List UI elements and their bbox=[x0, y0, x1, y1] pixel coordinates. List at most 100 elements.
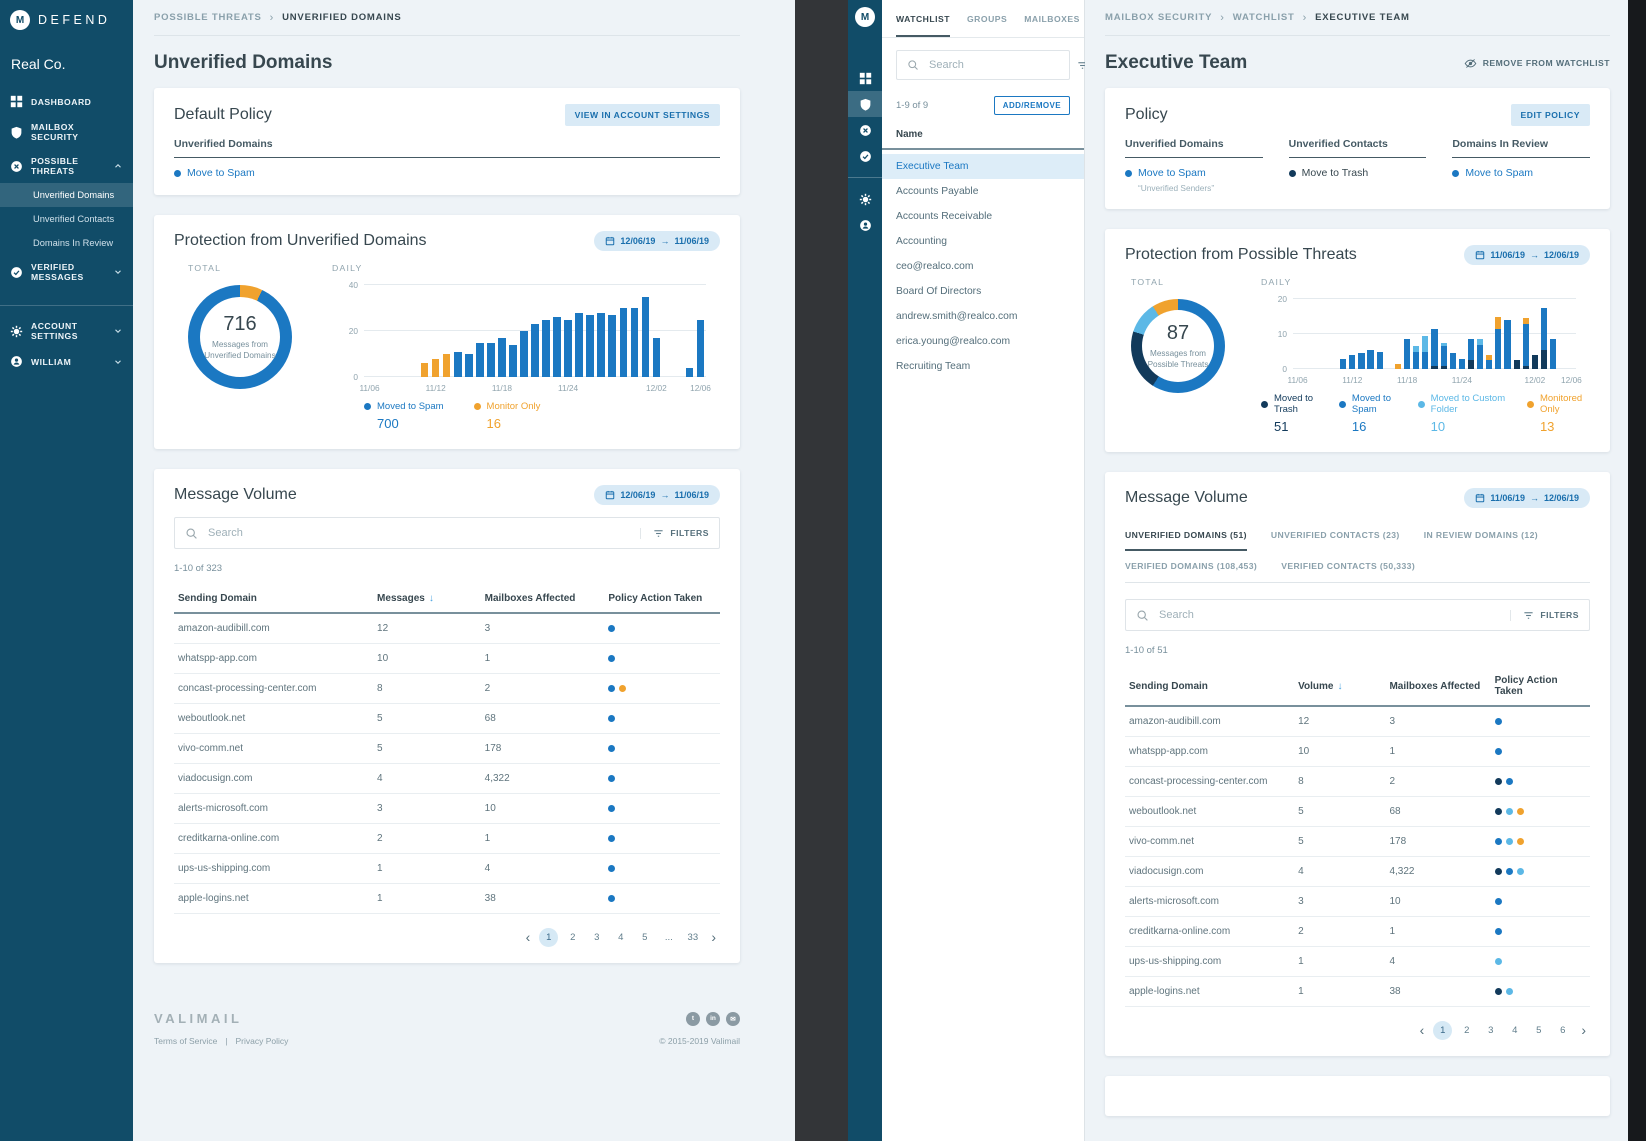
table-row[interactable]: whatspp-app.com101 bbox=[174, 644, 720, 674]
page-button-5[interactable]: 5 bbox=[635, 928, 654, 947]
table-row[interactable]: vivo-comm.net5178 bbox=[174, 734, 720, 764]
page-button-5[interactable]: 5 bbox=[1529, 1021, 1548, 1040]
sidebar-subitem-domains-in-review[interactable]: Domains In Review bbox=[0, 231, 133, 255]
rail-user-icon[interactable] bbox=[848, 212, 882, 238]
table-row[interactable]: whatspp-app.com101 bbox=[1125, 737, 1590, 767]
policy-action[interactable]: Move to Spam bbox=[1138, 167, 1206, 179]
table-row[interactable]: weboutlook.net568 bbox=[1125, 797, 1590, 827]
page-button-1[interactable]: 1 bbox=[1433, 1021, 1452, 1040]
tab-verified-domains-108-453-[interactable]: VERIFIED DOMAINS (108,453) bbox=[1125, 551, 1257, 582]
table-row[interactable]: creditkarna-online.com21 bbox=[174, 824, 720, 854]
table-row[interactable]: alerts-microsoft.com310 bbox=[174, 794, 720, 824]
terms-of-service-link[interactable]: Terms of Service bbox=[154, 1036, 217, 1046]
watchlist-item[interactable]: Board Of Directors bbox=[882, 279, 1084, 304]
sidebar-item-possible-threats[interactable]: POSSIBLE THREATS bbox=[0, 149, 133, 183]
policy-action[interactable]: Move to Spam bbox=[1465, 167, 1533, 179]
rail-settings-gear-icon[interactable] bbox=[848, 186, 882, 212]
breadcrumb-parent[interactable]: POSSIBLE THREATS bbox=[154, 12, 262, 23]
page-button-6[interactable]: 6 bbox=[1553, 1021, 1572, 1040]
add-remove-button[interactable]: ADD/REMOVE bbox=[994, 96, 1070, 115]
privacy-policy-link[interactable]: Privacy Policy bbox=[236, 1036, 289, 1046]
sidebar-item-verified-messages[interactable]: VERIFIED MESSAGES bbox=[0, 255, 133, 289]
search-input[interactable] bbox=[1157, 608, 1510, 622]
page-button-2[interactable]: 2 bbox=[1457, 1021, 1476, 1040]
date-range-badge[interactable]: 12/06/19 → 11/06/19 bbox=[594, 485, 720, 505]
tab-groups[interactable]: GROUPS bbox=[967, 0, 1007, 37]
table-row[interactable]: apple-logins.net138 bbox=[174, 884, 720, 914]
table-row[interactable]: concast-processing-center.com82 bbox=[1125, 767, 1590, 797]
defend-logo-icon[interactable]: M bbox=[855, 7, 875, 27]
policy-action[interactable]: Move to Trash bbox=[1302, 167, 1369, 179]
tab-watchlist[interactable]: WATCHLIST bbox=[896, 0, 950, 37]
watchlist-item[interactable]: Accounts Receivable bbox=[882, 204, 1084, 229]
edit-policy-button[interactable]: EDIT POLICY bbox=[1511, 104, 1590, 126]
page-button-4[interactable]: 4 bbox=[1505, 1021, 1524, 1040]
sidebar-subitem-unverified-contacts[interactable]: Unverified Contacts bbox=[0, 207, 133, 231]
sort-arrow-icon[interactable]: ↓ bbox=[429, 593, 434, 604]
tab-verified-contacts-50-333-[interactable]: VERIFIED CONTACTS (50,333) bbox=[1281, 551, 1415, 582]
table-row[interactable]: amazon-audibill.com123 bbox=[1125, 707, 1590, 737]
search-input[interactable] bbox=[206, 526, 640, 540]
tab-in-review-domains-12-[interactable]: IN REVIEW DOMAINS (12) bbox=[1424, 520, 1538, 551]
page-button-3[interactable]: 3 bbox=[1481, 1021, 1500, 1040]
watchlist-item[interactable]: ceo@realco.com bbox=[882, 254, 1084, 279]
watchlist-item[interactable]: Accounts Payable bbox=[882, 179, 1084, 204]
table-row[interactable]: alerts-microsoft.com310 bbox=[1125, 887, 1590, 917]
twitter-icon[interactable]: t bbox=[686, 1012, 700, 1026]
email-icon[interactable]: ✉ bbox=[726, 1012, 740, 1026]
breadcrumb-item[interactable]: MAILBOX SECURITY bbox=[1105, 12, 1212, 23]
table-row[interactable]: apple-logins.net138 bbox=[1125, 977, 1590, 1007]
sidebar-item-user[interactable]: WILLIAM bbox=[0, 348, 133, 375]
tab-mailboxes[interactable]: MAILBOXES bbox=[1024, 0, 1080, 37]
sidebar-item-mailbox-security[interactable]: MAILBOX SECURITY bbox=[0, 115, 133, 149]
filters-button[interactable]: FILTERS bbox=[640, 528, 709, 539]
sidebar-subitem-unverified-domains[interactable]: Unverified Domains bbox=[0, 183, 133, 207]
defend-brand[interactable]: M DEFEND bbox=[0, 0, 133, 30]
table-row[interactable]: ups-us-shipping.com14 bbox=[1125, 947, 1590, 977]
watchlist-item[interactable]: Recruiting Team bbox=[882, 354, 1084, 379]
next-page-button[interactable]: › bbox=[1577, 1021, 1590, 1040]
bar bbox=[1457, 299, 1466, 369]
remove-from-watchlist-button[interactable]: REMOVE FROM WATCHLIST bbox=[1464, 57, 1610, 70]
date-range-badge[interactable]: 12/06/19 → 11/06/19 bbox=[594, 231, 720, 251]
rail-possible-threats-icon[interactable] bbox=[848, 117, 882, 143]
bar bbox=[629, 285, 640, 377]
table-row[interactable]: weboutlook.net568 bbox=[174, 704, 720, 734]
sort-arrow-icon[interactable]: ↓ bbox=[1337, 681, 1342, 692]
next-page-button[interactable]: › bbox=[707, 928, 720, 947]
watchlist-search-input[interactable] bbox=[927, 58, 1073, 72]
page-button-33[interactable]: 33 bbox=[683, 928, 702, 947]
watchlist-item[interactable]: erica.young@realco.com bbox=[882, 329, 1084, 354]
watchlist-item[interactable]: andrew.smith@realco.com bbox=[882, 304, 1084, 329]
table-row[interactable]: concast-processing-center.com82 bbox=[174, 674, 720, 704]
rail-dashboard-icon[interactable] bbox=[848, 65, 882, 91]
tab-unverified-domains-51-[interactable]: UNVERIFIED DOMAINS (51) bbox=[1125, 520, 1247, 551]
watchlist-item[interactable]: Accounting bbox=[882, 229, 1084, 254]
date-range-badge[interactable]: 11/06/19 → 12/06/19 bbox=[1464, 488, 1590, 508]
prev-page-button[interactable]: ‹ bbox=[1416, 1021, 1429, 1040]
table-row[interactable]: amazon-audibill.com123 bbox=[174, 614, 720, 644]
table-row[interactable]: creditkarna-online.com21 bbox=[1125, 917, 1590, 947]
breadcrumb-item[interactable]: WATCHLIST bbox=[1233, 12, 1295, 23]
view-in-account-settings-button[interactable]: VIEW IN ACCOUNT SETTINGS bbox=[565, 104, 720, 126]
column-header: Volume↓ bbox=[1298, 681, 1389, 692]
policy-action[interactable]: Move to Spam bbox=[187, 167, 255, 179]
page-button-4[interactable]: 4 bbox=[611, 928, 630, 947]
page-button-1[interactable]: 1 bbox=[539, 928, 558, 947]
linkedin-icon[interactable]: in bbox=[706, 1012, 720, 1026]
sidebar-item-account-settings[interactable]: ACCOUNT SETTINGS bbox=[0, 314, 133, 348]
tab-unverified-contacts-23-[interactable]: UNVERIFIED CONTACTS (23) bbox=[1271, 520, 1400, 551]
rail-mailbox-security-icon[interactable] bbox=[848, 91, 882, 117]
watchlist-item[interactable]: Executive Team bbox=[882, 154, 1084, 179]
rail-verified-messages-icon[interactable] bbox=[848, 143, 882, 169]
page-button-2[interactable]: 2 bbox=[563, 928, 582, 947]
table-row[interactable]: viadocusign.com44,322 bbox=[174, 764, 720, 794]
filters-button[interactable]: FILTERS bbox=[1510, 610, 1579, 621]
prev-page-button[interactable]: ‹ bbox=[522, 928, 535, 947]
date-range-badge[interactable]: 11/06/19 → 12/06/19 bbox=[1464, 245, 1590, 265]
table-row[interactable]: vivo-comm.net5178 bbox=[1125, 827, 1590, 857]
page-button-3[interactable]: 3 bbox=[587, 928, 606, 947]
table-row[interactable]: ups-us-shipping.com14 bbox=[174, 854, 720, 884]
sidebar-item-dashboard[interactable]: DASHBOARD bbox=[0, 88, 133, 115]
table-row[interactable]: viadocusign.com44,322 bbox=[1125, 857, 1590, 887]
